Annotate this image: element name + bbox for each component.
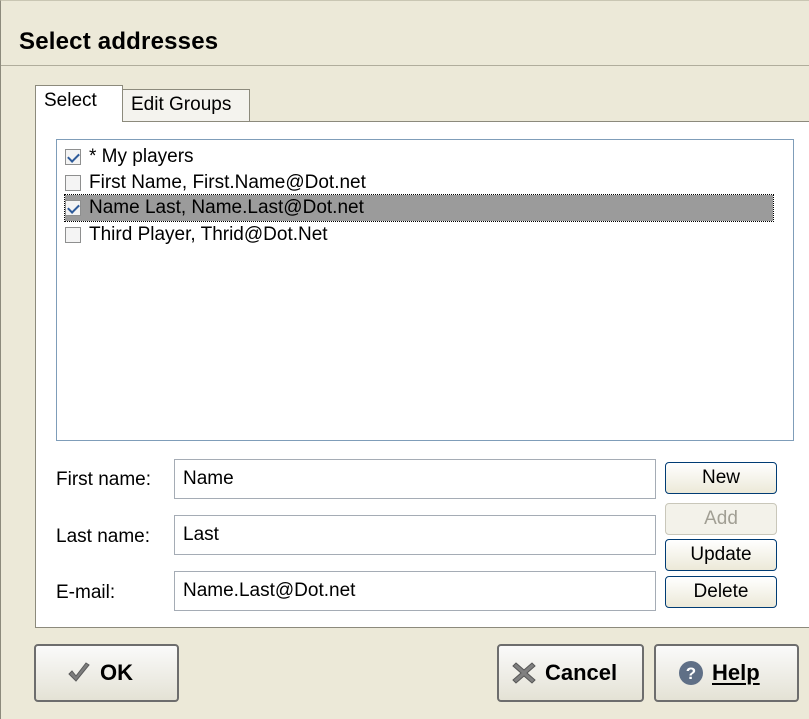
list-item-checkbox[interactable]: [65, 175, 81, 191]
dialog-title: Select addresses: [19, 28, 219, 55]
delete-button[interactable]: Delete: [665, 576, 777, 608]
list-item-label: First Name, First.Name@Dot.net: [89, 172, 366, 193]
list-item-label: * My players: [89, 146, 194, 167]
last-name-field[interactable]: Last: [174, 515, 656, 555]
list-item-checkbox[interactable]: [65, 200, 81, 216]
tab-edit-groups[interactable]: Edit Groups: [122, 89, 250, 121]
help-icon: ?: [679, 661, 703, 685]
list-item[interactable]: * My players: [65, 144, 285, 170]
tab-select-label: Select: [44, 90, 97, 111]
tab-select[interactable]: Select: [35, 85, 123, 122]
help-button[interactable]: ? Help: [654, 644, 799, 702]
list-item-checkbox[interactable]: [65, 227, 81, 243]
new-button[interactable]: New: [665, 462, 777, 494]
list-item-selected[interactable]: Name Last, Name.Last@Dot.net: [64, 194, 774, 222]
first-name-field[interactable]: Name: [174, 459, 656, 499]
update-button[interactable]: Update: [665, 539, 777, 571]
svg-text:?: ?: [686, 664, 696, 683]
list-item-checkbox[interactable]: [65, 149, 81, 165]
dialog-titlebar: Select addresses: [1, 15, 809, 66]
add-button[interactable]: Add: [665, 503, 777, 535]
email-label: E-mail:: [56, 582, 116, 603]
list-item-label: Name Last, Name.Last@Dot.net: [89, 197, 364, 218]
list-item-label: Third Player, Thrid@Dot.Net: [89, 224, 328, 245]
help-button-label: Help: [712, 660, 760, 685]
select-addresses-dialog: Select addresses Select Edit Groups * My…: [0, 0, 809, 719]
tab-edit-groups-label: Edit Groups: [131, 94, 232, 115]
cross-icon: [512, 662, 536, 684]
list-item[interactable]: First Name, First.Name@Dot.net: [65, 170, 465, 196]
cancel-button-label: Cancel: [545, 660, 618, 685]
last-name-label: Last name:: [56, 526, 150, 547]
ok-button-label: OK: [100, 660, 133, 685]
checkmark-icon: [68, 662, 90, 682]
address-list[interactable]: * My players First Name, First.Name@Dot.…: [56, 139, 794, 441]
cancel-button[interactable]: Cancel: [497, 644, 644, 702]
first-name-label: First name:: [56, 469, 152, 490]
email-field[interactable]: Name.Last@Dot.net: [174, 571, 656, 611]
list-item[interactable]: Third Player, Thrid@Dot.Net: [65, 222, 465, 248]
ok-button[interactable]: OK: [34, 644, 179, 702]
